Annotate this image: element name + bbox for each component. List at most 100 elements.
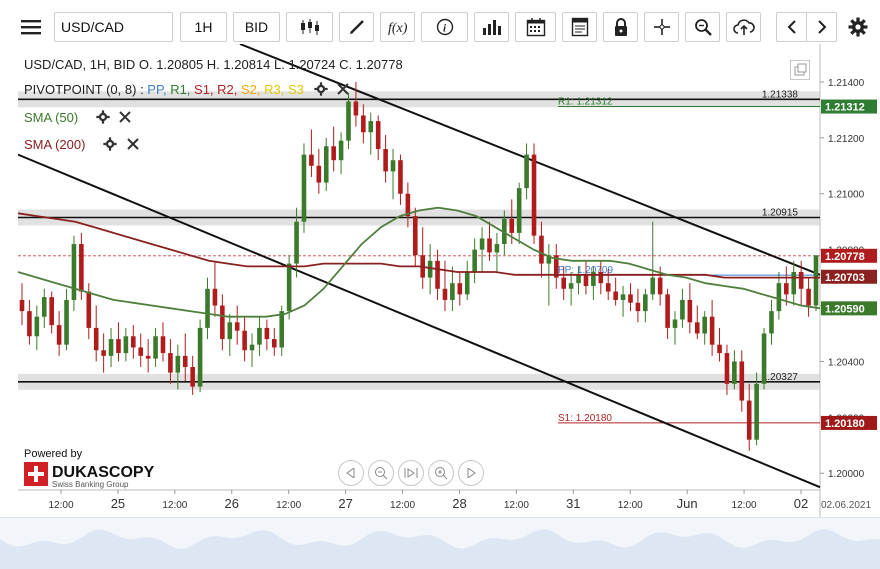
candle-body bbox=[56, 325, 62, 345]
y-tick-label: 1.20400 bbox=[828, 357, 865, 368]
candle-body bbox=[494, 244, 500, 253]
candle-body bbox=[665, 294, 670, 328]
pivot-legend-sep: : bbox=[136, 82, 148, 97]
pivot-remove-close-icon[interactable] bbox=[337, 83, 349, 98]
lock-icon[interactable] bbox=[603, 12, 638, 42]
candle-body bbox=[412, 216, 418, 256]
candle-body bbox=[19, 299, 25, 312]
candle-body bbox=[116, 339, 121, 354]
candle-body bbox=[212, 288, 218, 306]
chevron-right-icon[interactable] bbox=[806, 12, 837, 42]
x-tick-label: Jun bbox=[677, 496, 698, 511]
x-tick-label: 27 bbox=[338, 496, 352, 511]
candle-body bbox=[561, 277, 567, 289]
zoom-icon[interactable] bbox=[685, 12, 720, 42]
powered-by-label: Powered by bbox=[24, 448, 83, 460]
candle-body bbox=[672, 319, 678, 328]
x-tick-label: 12:00 bbox=[48, 500, 73, 511]
zoom-out-icon[interactable] bbox=[368, 460, 394, 486]
candle-body bbox=[294, 221, 299, 264]
price-side-selector[interactable]: BID bbox=[233, 12, 280, 42]
candle-body bbox=[160, 336, 166, 354]
candle-body bbox=[776, 283, 782, 312]
candle-body bbox=[635, 302, 641, 312]
reset-view-icon[interactable] bbox=[398, 460, 424, 486]
candle-body bbox=[286, 263, 292, 312]
candle-body bbox=[323, 146, 329, 183]
brand-subtext: Swiss Banking Group bbox=[52, 480, 129, 489]
sma50-remove-close-icon[interactable] bbox=[119, 111, 132, 126]
candle-body bbox=[390, 160, 396, 172]
navigator-overview[interactable] bbox=[0, 517, 880, 569]
info-icon[interactable]: i bbox=[421, 12, 468, 42]
candle-body bbox=[49, 297, 54, 326]
date-label: 02.06.2021 bbox=[821, 500, 871, 511]
candle-body bbox=[620, 294, 626, 300]
candle-body bbox=[175, 355, 181, 373]
sma50-legend: SMA (50) bbox=[24, 110, 132, 127]
candle-body bbox=[709, 316, 715, 345]
brand-text: DUKASCOPY bbox=[52, 464, 154, 481]
scroll-left-icon[interactable] bbox=[338, 460, 364, 486]
candle-body bbox=[761, 333, 767, 384]
candle-type-icon[interactable] bbox=[286, 12, 333, 42]
scroll-right-icon[interactable] bbox=[458, 460, 484, 486]
candle-body bbox=[739, 361, 745, 401]
x-tick-label: 02 bbox=[794, 496, 808, 511]
price-tag-label: 1.20778 bbox=[825, 251, 865, 263]
candle-body bbox=[190, 367, 195, 387]
symbol-selector[interactable]: USD/CAD bbox=[54, 12, 173, 42]
draw-icon[interactable] bbox=[339, 12, 374, 42]
calendar-icon[interactable] bbox=[515, 12, 556, 42]
gear-icon[interactable] bbox=[842, 12, 874, 42]
x-tick-label: 12:00 bbox=[390, 500, 415, 511]
candle-body bbox=[479, 238, 485, 250]
chevron-left-icon[interactable] bbox=[776, 12, 807, 42]
candle-body bbox=[724, 353, 730, 384]
candle-body bbox=[613, 291, 618, 300]
pivot-legend-pp: PP, bbox=[147, 82, 171, 97]
x-tick-label: 26 bbox=[225, 496, 239, 511]
candle-body bbox=[316, 165, 322, 183]
crosshair-icon[interactable] bbox=[644, 12, 679, 42]
symbol-label: USD/CAD bbox=[61, 19, 125, 35]
candle-body bbox=[680, 299, 685, 320]
candle-body bbox=[643, 294, 648, 312]
pivot-legend-s2: S2, bbox=[241, 82, 265, 97]
sma200-settings-gear-icon[interactable] bbox=[103, 137, 117, 154]
menu-icon[interactable] bbox=[14, 12, 48, 42]
expand-chart-icon[interactable] bbox=[790, 60, 810, 80]
candle-body bbox=[41, 297, 47, 317]
dukascopy-logo: DUKASCOPY Swiss Banking Group bbox=[24, 460, 155, 495]
candle-body bbox=[234, 322, 240, 331]
price-tag-label: 1.20703 bbox=[825, 272, 865, 284]
candle-body bbox=[131, 336, 136, 348]
candle-body bbox=[86, 291, 92, 328]
sr-label: 1.21338 bbox=[762, 89, 799, 100]
candle-body bbox=[516, 188, 522, 233]
candle-body bbox=[346, 101, 351, 141]
x-tick-label: 12:00 bbox=[732, 500, 757, 511]
candle-body bbox=[249, 344, 255, 351]
timeframe-selector[interactable]: 1H bbox=[180, 12, 227, 42]
pivot-legend-r1: R1, bbox=[170, 82, 195, 97]
zoom-in-icon[interactable] bbox=[428, 460, 454, 486]
function-icon[interactable]: f(x) bbox=[380, 12, 415, 42]
candle-body bbox=[464, 272, 470, 295]
sma200-remove-close-icon[interactable] bbox=[126, 138, 139, 153]
candle-body bbox=[123, 336, 129, 354]
timeframe-label: 1H bbox=[194, 19, 213, 35]
sma200-legend: SMA (200) bbox=[24, 137, 139, 154]
candle-body bbox=[27, 311, 32, 337]
upload-icon[interactable] bbox=[726, 12, 761, 42]
candle-body bbox=[138, 347, 144, 356]
candle-body bbox=[338, 140, 344, 161]
pivot-settings-gear-icon[interactable] bbox=[313, 82, 328, 99]
sma50-settings-gear-icon[interactable] bbox=[96, 110, 110, 127]
price-chart[interactable]: 1.213381.209151.20327R1: 1.21312PP: 1.20… bbox=[0, 44, 880, 517]
indicators-icon[interactable] bbox=[474, 12, 509, 42]
x-tick-label: 25 bbox=[111, 496, 125, 511]
candle-body bbox=[694, 322, 700, 334]
candle-body bbox=[813, 255, 819, 306]
report-icon[interactable] bbox=[562, 12, 597, 42]
